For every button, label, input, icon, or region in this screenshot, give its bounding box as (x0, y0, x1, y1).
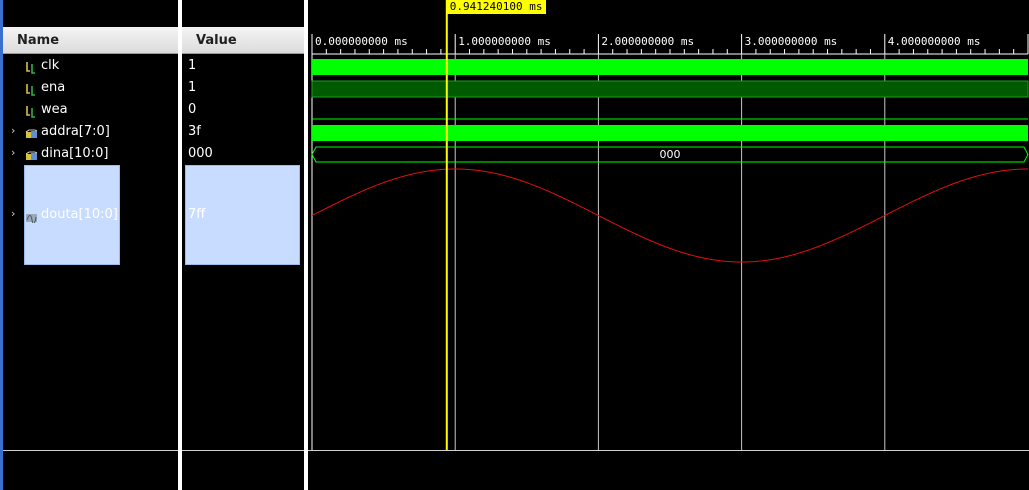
signal-traces: 000 (311, 59, 1029, 263)
bit-signal-icon (25, 81, 36, 100)
time-ruler[interactable]: 0.000000000 ms 1.000000000 ms 2.000000000 … (311, 34, 1029, 55)
douta-trace (311, 168, 1028, 263)
signal-row-dina[interactable]: › dina[10:0] (3, 146, 178, 162)
signal-name: douta[10:0] (41, 207, 118, 222)
bus-signal-icon (25, 147, 38, 166)
signal-value: 000 (188, 146, 213, 161)
ruler-tick-label: 0.000000000 ms (315, 35, 408, 48)
value-header-label: Value (196, 33, 237, 48)
dina-value-label: 000 (660, 148, 681, 161)
signal-name: addra[7:0] (41, 124, 110, 139)
expand-chevron-icon[interactable]: › (11, 124, 15, 137)
signal-value: 0 (188, 102, 197, 117)
signal-value: 7ff (188, 207, 206, 222)
signal-row-ena[interactable]: ena (3, 80, 178, 96)
bit-signal-icon (25, 103, 36, 122)
name-header-label: Name (17, 33, 60, 48)
signal-row-douta[interactable]: › douta[10:0] (3, 207, 178, 225)
waveform-panel[interactable]: 0.000000000 ms 1.000000000 ms 2.000000000 … (308, 0, 1029, 490)
expand-chevron-icon[interactable]: › (11, 146, 15, 159)
signal-value: 1 (188, 80, 197, 95)
signal-name: clk (41, 58, 60, 73)
ruler-tick-label: 2.000000000 ms (601, 35, 694, 48)
signal-row-wea[interactable]: wea (3, 102, 178, 118)
ruler-tick-label: 4.000000000 ms (888, 35, 981, 48)
cursor-time-label: 0.941240100 ms (446, 0, 546, 14)
bit-signal-icon (25, 59, 36, 78)
name-value-divider[interactable] (178, 0, 182, 490)
signal-value: 1 (188, 58, 197, 73)
name-panel-bottom-line (3, 450, 178, 451)
signal-name: dina[10:0] (41, 146, 109, 161)
signal-value: 3f (188, 124, 201, 139)
signal-row-addra[interactable]: › addra[7:0] (3, 124, 178, 140)
ruler-tick-label: 1.000000000 ms (458, 35, 551, 48)
bus-signal-icon (25, 125, 38, 144)
signal-row-clk[interactable]: clk (3, 58, 178, 74)
signal-name: wea (41, 102, 68, 117)
analog-signal-icon (25, 208, 38, 227)
ena-trace (311, 80, 1029, 98)
name-column-header[interactable]: Name (3, 27, 178, 54)
value-column-header[interactable]: Value (182, 27, 304, 54)
ruler-tick-label: 3.000000000 ms (745, 35, 838, 48)
value-panel-bottom-line (182, 450, 304, 451)
clk-trace (312, 59, 1028, 75)
signal-name: ena (41, 80, 66, 95)
addra-trace (312, 125, 1028, 141)
expand-chevron-icon[interactable]: › (11, 207, 15, 220)
